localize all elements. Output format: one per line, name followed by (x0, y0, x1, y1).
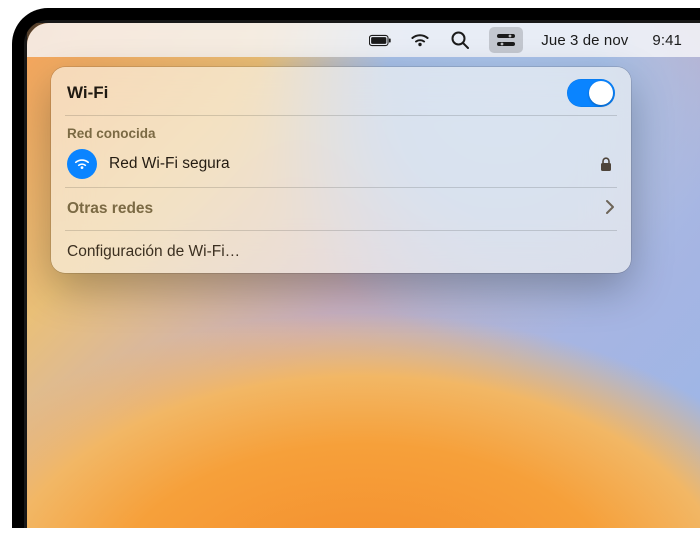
popover-title: Wi-Fi (67, 83, 108, 103)
control-center-icon[interactable] (489, 27, 523, 53)
desktop-screen: Jue 3 de nov 9:41 Wi-Fi Red conocida Red… (27, 23, 700, 528)
wifi-connected-icon (67, 149, 97, 179)
device-frame: Jue 3 de nov 9:41 Wi-Fi Red conocida Red… (12, 8, 700, 528)
wifi-toggle[interactable] (567, 79, 615, 107)
wifi-settings-label: Configuración de Wi-Fi… (67, 243, 240, 261)
network-name: Red Wi-Fi segura (109, 155, 230, 173)
chevron-right-icon (605, 199, 615, 220)
known-networks-heading: Red conocida (51, 118, 631, 143)
lock-icon (597, 157, 615, 172)
battery-icon[interactable] (369, 29, 391, 51)
other-networks-row[interactable]: Otras redes (51, 190, 631, 228)
menubar-time[interactable]: 9:41 (652, 32, 682, 49)
divider (65, 187, 617, 188)
known-network-item[interactable]: Red Wi-Fi segura (51, 143, 631, 185)
spotlight-search-icon[interactable] (449, 29, 471, 51)
wifi-popover: Wi-Fi Red conocida Red Wi-Fi segura Otra… (51, 67, 631, 273)
other-networks-label: Otras redes (67, 200, 153, 218)
wifi-header-row: Wi-Fi (51, 75, 631, 113)
menubar-date[interactable]: Jue 3 de nov (541, 32, 628, 49)
divider (65, 230, 617, 231)
menu-bar: Jue 3 de nov 9:41 (27, 23, 700, 57)
wifi-icon[interactable] (409, 29, 431, 51)
wifi-settings-row[interactable]: Configuración de Wi-Fi… (51, 233, 631, 271)
divider (65, 115, 617, 116)
